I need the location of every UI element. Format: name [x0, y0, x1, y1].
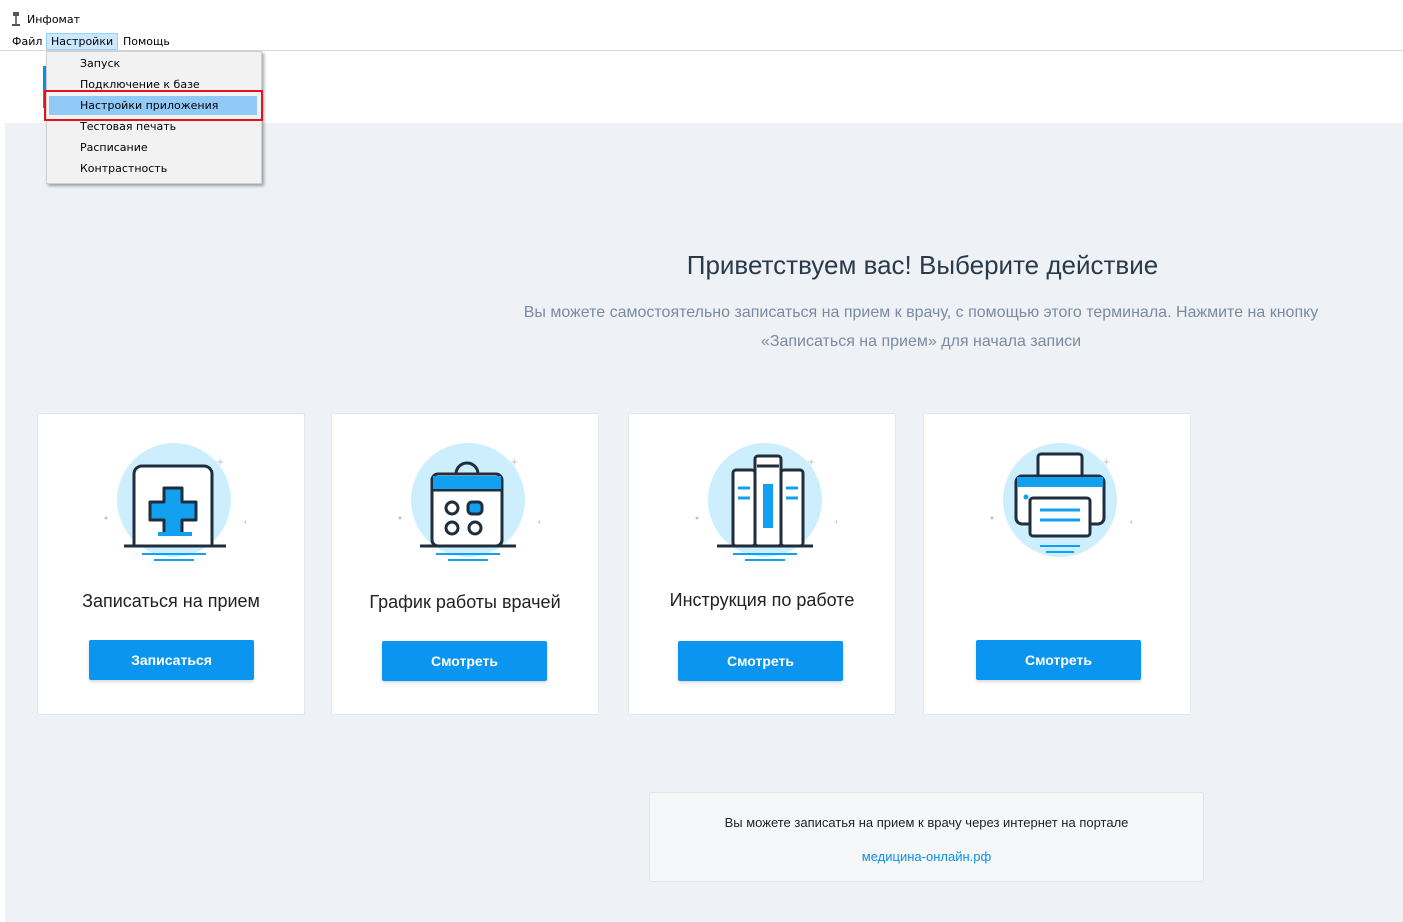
window-titlebar: Инфомат	[0, 0, 1403, 32]
menu-help[interactable]: Помощь	[119, 34, 174, 49]
menu-file[interactable]: Файл	[8, 34, 46, 49]
schedule-view-button[interactable]: Смотреть	[382, 641, 547, 681]
books-instructions-icon: +	[695, 443, 837, 561]
svg-text:+: +	[510, 457, 518, 468]
card-printer: + Смотреть	[923, 413, 1191, 715]
menu-item-schedule[interactable]: Расписание	[49, 138, 257, 157]
instructions-view-button[interactable]: Смотреть	[678, 641, 843, 681]
card-instructions: + Инструкция по работе Смотреть	[628, 413, 896, 715]
card-doctor-schedule-title: График работы врачей	[369, 592, 561, 612]
portal-info-text: Вы можете записатья на прием к врачу чер…	[724, 815, 1129, 830]
menu-bar: Файл Настройки Помощь	[0, 33, 1403, 51]
svg-text:+: +	[1102, 457, 1110, 468]
menu-item-contrast[interactable]: Контрастность	[49, 159, 257, 178]
online-portal-info: Вы можете записатья на прием к врачу чер…	[649, 792, 1204, 882]
welcome-subtitle: Вы можете самостоятельно записаться на п…	[523, 304, 1319, 350]
svg-text:+: +	[807, 457, 815, 468]
portal-link[interactable]: медицина-онлайн.рф	[650, 849, 1203, 864]
card-doctor-schedule: + График работы врачей Смотреть	[331, 413, 599, 715]
printer-icon: +	[990, 443, 1132, 557]
appointment-button[interactable]: Записаться	[89, 640, 254, 680]
printer-view-button[interactable]: Смотреть	[976, 640, 1141, 680]
menu-item-launch[interactable]: Запуск	[49, 54, 257, 73]
medical-cross-icon: +	[104, 443, 246, 561]
infomat-app-icon	[12, 12, 20, 26]
window-title: Инфомат	[27, 13, 81, 26]
welcome-title: Приветствуем вас! Выберите действие	[686, 250, 1159, 280]
calendar-schedule-icon: +	[398, 443, 540, 561]
svg-text:+: +	[216, 457, 224, 468]
card-appointment: + Записаться на прием Записаться	[37, 413, 305, 715]
card-instructions-title: Инструкция по работе	[669, 590, 855, 610]
selection-highlight-frame	[44, 90, 263, 121]
card-appointment-title: Записаться на прием	[82, 591, 260, 611]
menu-settings[interactable]: Настройки	[46, 33, 119, 50]
